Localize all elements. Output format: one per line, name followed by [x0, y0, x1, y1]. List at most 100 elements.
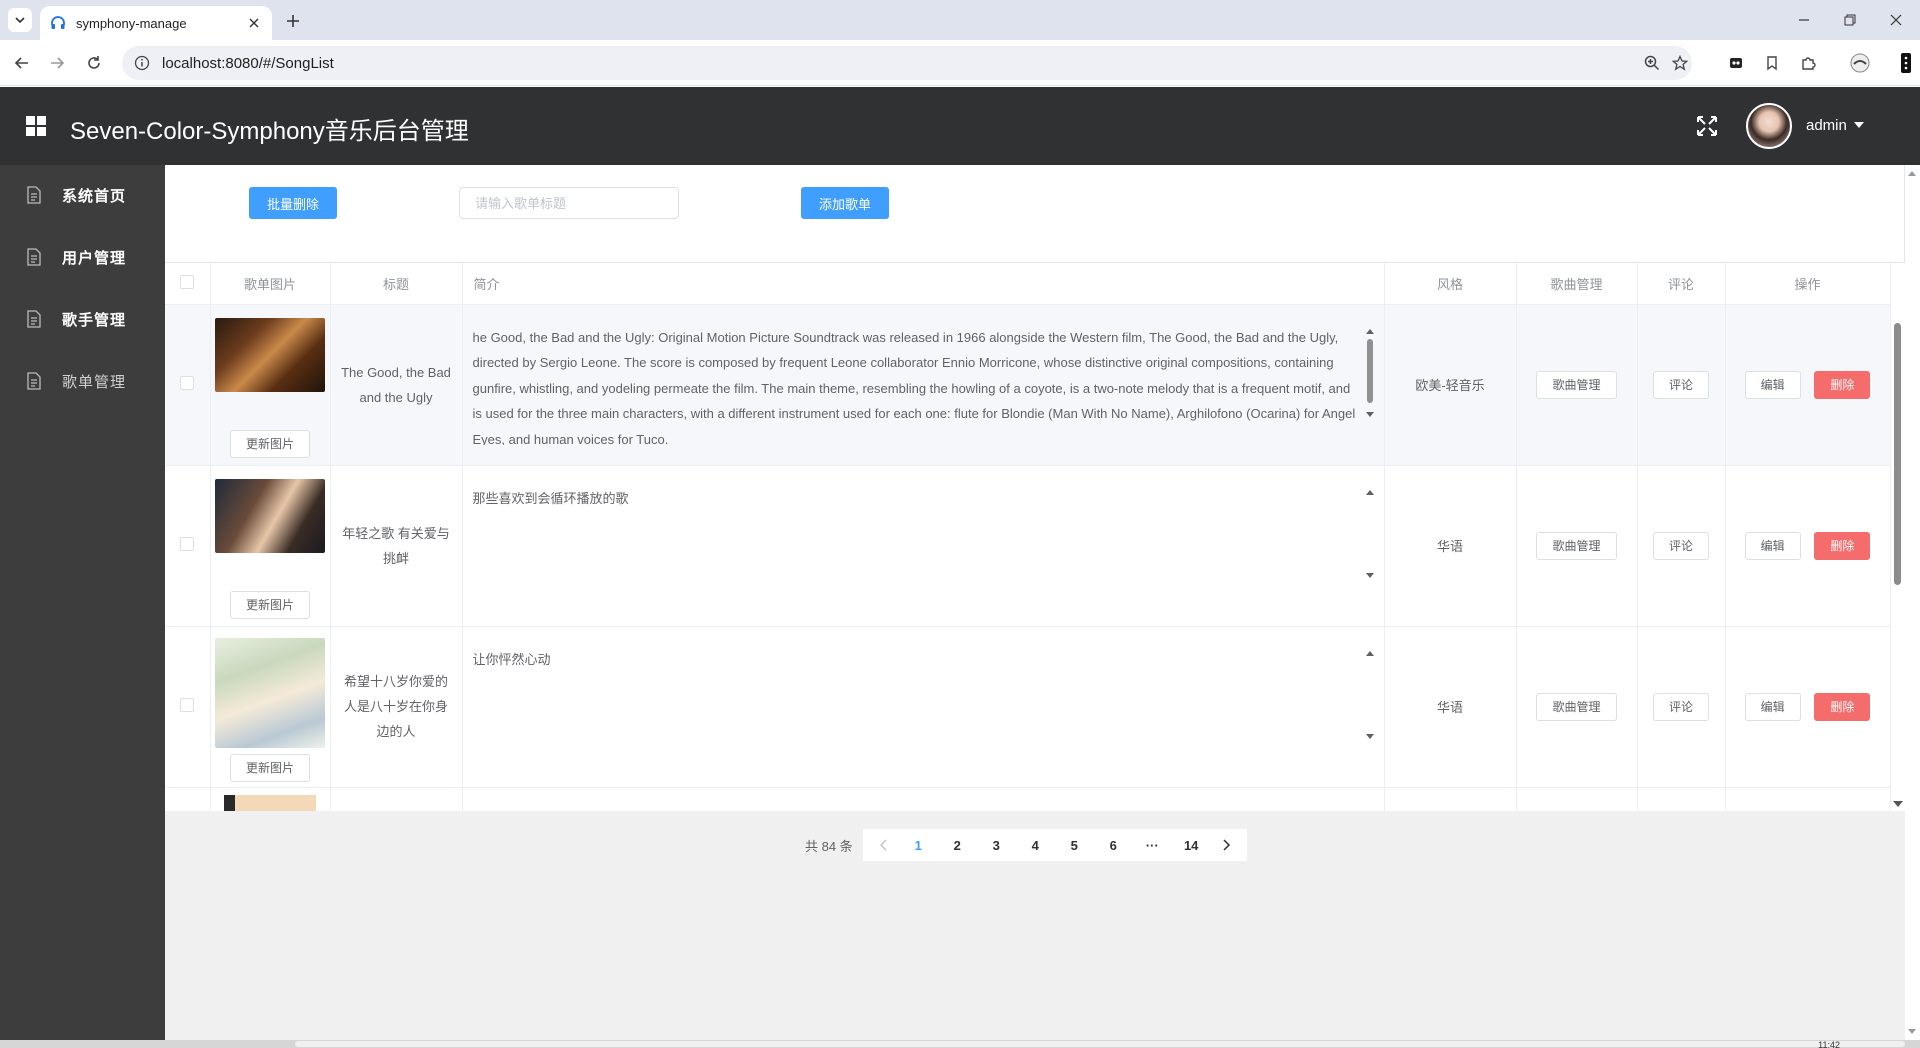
page-scrollbar[interactable]	[1905, 165, 1920, 1040]
next-page-button[interactable]	[1211, 829, 1241, 861]
table-row	[165, 787, 1891, 811]
tab-search-button[interactable]	[8, 8, 32, 32]
sidebar-item-label: 歌手管理	[62, 311, 127, 329]
caret-down-icon[interactable]	[1854, 122, 1864, 128]
intro-scrollbar[interactable]	[1364, 486, 1376, 606]
new-tab-button[interactable]	[282, 10, 304, 32]
page-number[interactable]: 1	[899, 829, 938, 861]
user-name[interactable]: admin	[1806, 117, 1847, 134]
search-input[interactable]	[459, 187, 679, 219]
edit-button[interactable]: 编辑	[1744, 531, 1801, 560]
document-icon	[27, 186, 41, 204]
songlist-intro: he Good, the Bad and the Ugly: Original …	[472, 329, 1356, 445]
cover-image	[215, 637, 325, 748]
menu-icon[interactable]	[1894, 51, 1918, 75]
songlist-table: 歌单图片 标题 简介 风格 歌曲管理 评论 操作 更新图片 The Good, …	[165, 263, 1905, 811]
comment-button[interactable]: 评论	[1652, 370, 1709, 399]
star-icon[interactable]	[1670, 53, 1690, 73]
delete-button[interactable]: 删除	[1814, 531, 1871, 560]
column-header: 歌单图片	[210, 263, 331, 305]
page-number[interactable]: 4	[1016, 829, 1055, 861]
page-number[interactable]: 6	[1094, 829, 1133, 861]
browser-tab[interactable]: symphony-manage	[40, 6, 272, 40]
profile-icon[interactable]	[1848, 51, 1872, 75]
table-scrollbar[interactable]	[1890, 263, 1905, 811]
page-horizontal-scrollbar[interactable]	[0, 1040, 1920, 1048]
table-row: 更新图片 希望十八岁你爱的人是八十岁在你身边的人 让你怦然心动 华语 歌曲管理 …	[165, 626, 1891, 788]
puzzle-icon[interactable]	[1796, 51, 1820, 75]
column-header: 评论	[1637, 263, 1726, 305]
arrow-right-icon	[51, 57, 65, 69]
scroll-down-arrow[interactable]	[1908, 1029, 1916, 1034]
bookmark-icon[interactable]	[1760, 51, 1784, 75]
song-manage-button[interactable]: 歌曲管理	[1536, 531, 1617, 560]
close-icon	[1890, 14, 1902, 26]
delete-button[interactable]: 删除	[1814, 692, 1871, 721]
comment-button[interactable]: 评论	[1652, 692, 1709, 721]
fullscreen-icon[interactable]	[1694, 113, 1720, 139]
edit-button[interactable]: 编辑	[1744, 692, 1801, 721]
browser-toolbar: localhost:8080/#/SongList	[0, 40, 1920, 86]
close-icon[interactable]	[246, 15, 262, 31]
minimize-button[interactable]	[1792, 8, 1816, 32]
chevron-left-icon	[879, 839, 887, 851]
page-number[interactable]: 2	[938, 829, 977, 861]
comment-button[interactable]: 评论	[1652, 531, 1709, 560]
add-songlist-button[interactable]: 添加歌单	[801, 187, 889, 219]
intro-scrollbar[interactable]	[1364, 325, 1376, 445]
scrollbar-thumb[interactable]	[1894, 323, 1901, 585]
song-manage-button[interactable]: 歌曲管理	[1536, 370, 1617, 399]
table-row: 更新图片 The Good, the Bad and the Ugly he G…	[165, 304, 1891, 466]
extension-icon[interactable]	[1724, 51, 1748, 75]
table-row: 更新图片 年轻之歌 有关爱与挑衅 那些喜欢到会循环播放的歌 华语 歌曲管理 评论…	[165, 465, 1891, 627]
sidebar-item-home[interactable]: 系统首页	[0, 165, 165, 225]
update-image-button[interactable]: 更新图片	[229, 590, 310, 619]
sidebar-item-singers[interactable]: 歌手管理	[0, 289, 165, 349]
grid-menu-icon[interactable]	[26, 116, 46, 136]
songlist-title: 年轻之歌 有关爱与挑衅	[342, 525, 450, 566]
restore-icon	[1844, 14, 1856, 26]
prev-page-button[interactable]	[869, 829, 899, 861]
scroll-up-arrow[interactable]	[1908, 171, 1916, 176]
avatar[interactable]	[1746, 103, 1792, 149]
url-text: localhost:8080/#/SongList	[162, 54, 334, 72]
page-number[interactable]: 5	[1055, 829, 1094, 861]
edit-button[interactable]: 编辑	[1744, 370, 1801, 399]
document-icon	[27, 310, 41, 328]
column-header: 标题	[330, 263, 463, 305]
scroll-down-arrow[interactable]	[1893, 801, 1903, 807]
column-header: 操作	[1725, 263, 1891, 305]
page-title: Seven-Color-Symphony音乐后台管理	[70, 118, 469, 145]
chevron-down-icon	[15, 17, 25, 24]
arrow-left-icon	[14, 57, 28, 69]
songlist-intro: 那些喜欢到会循环播放的歌	[472, 490, 629, 506]
back-button[interactable]	[10, 51, 34, 75]
address-bar[interactable]: localhost:8080/#/SongList	[122, 46, 1692, 80]
page-ellipsis[interactable]: ···	[1133, 829, 1172, 861]
songlist-intro: 让你怦然心动	[472, 651, 551, 667]
update-image-button[interactable]: 更新图片	[229, 753, 310, 782]
browser-tabbar: symphony-manage	[0, 0, 1920, 40]
minimize-icon	[1799, 19, 1809, 21]
page-number[interactable]: 14	[1172, 829, 1211, 861]
restore-button[interactable]	[1838, 8, 1862, 32]
intro-scrollbar[interactable]	[1364, 647, 1376, 767]
delete-button[interactable]: 删除	[1814, 370, 1871, 399]
close-window-button[interactable]	[1884, 8, 1908, 32]
page-number[interactable]: 3	[977, 829, 1016, 861]
select-all-checkbox[interactable]	[180, 274, 195, 289]
row-checkbox[interactable]	[180, 376, 195, 390]
row-checkbox[interactable]	[180, 698, 195, 712]
select-all-cell	[165, 263, 211, 305]
sidebar-item-users[interactable]: 用户管理	[0, 227, 165, 287]
update-image-button[interactable]: 更新图片	[229, 429, 310, 458]
site-info-icon[interactable]	[134, 55, 150, 71]
reload-button[interactable]	[82, 51, 106, 75]
scrollbar-thumb[interactable]	[295, 1041, 1905, 1047]
zoom-icon[interactable]	[1642, 53, 1662, 73]
forward-button[interactable]	[45, 51, 69, 75]
row-checkbox[interactable]	[180, 537, 195, 551]
batch-delete-button[interactable]: 批量删除	[249, 187, 337, 219]
sidebar-item-songlists[interactable]: 歌单管理	[0, 351, 165, 411]
song-manage-button[interactable]: 歌曲管理	[1536, 692, 1617, 721]
